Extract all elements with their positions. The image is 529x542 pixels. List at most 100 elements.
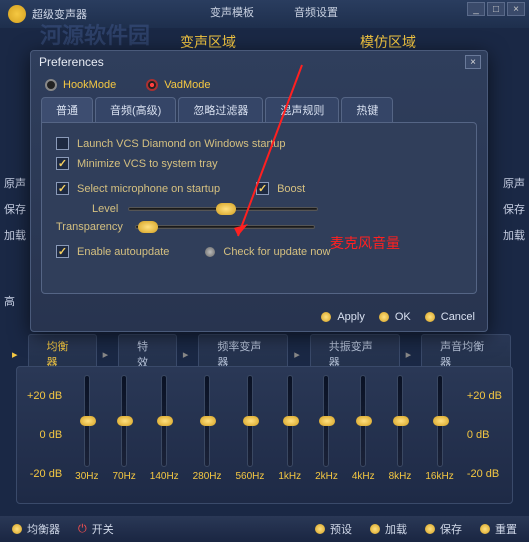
bottom-reset[interactable]: 重置 xyxy=(480,521,517,537)
tab-hotkey[interactable]: 热键 xyxy=(341,97,393,122)
transparency-label: Transparency xyxy=(56,221,123,233)
level-slider[interactable] xyxy=(128,203,318,215)
eq-band-8kHz: 8kHz xyxy=(389,375,412,482)
transparency-row: Transparency xyxy=(56,221,462,233)
bottom-equalizer[interactable]: 均衡器 xyxy=(12,521,60,537)
eq-band-30Hz: 30Hz xyxy=(75,375,98,482)
eq-thumb[interactable] xyxy=(157,416,173,426)
vadmode-radio[interactable]: VadMode xyxy=(146,79,210,91)
region-label-sim: 模仿区域 xyxy=(360,32,416,52)
side-orig[interactable]: 原声 xyxy=(4,175,26,191)
minimize-button[interactable]: _ xyxy=(467,2,485,16)
watermark-text: 河源软件园 xyxy=(40,18,150,50)
eq-thumb[interactable] xyxy=(319,416,335,426)
tab-general[interactable]: 普通 xyxy=(41,97,93,122)
bullet-icon xyxy=(12,524,22,534)
hookmode-label: HookMode xyxy=(63,79,116,91)
bottom-load[interactable]: 加载 xyxy=(370,521,407,537)
bullet-icon xyxy=(379,312,389,322)
tab-audio-advanced[interactable]: 音频(高级) xyxy=(95,97,176,122)
mode-radios: HookMode VadMode xyxy=(31,73,487,97)
bottom-save[interactable]: 保存 xyxy=(425,521,462,537)
eq-scale-mid: 0 dB xyxy=(27,429,62,441)
bottom-switch[interactable]: ⏻开关 xyxy=(78,521,114,537)
eq-band-16kHz: 16kHz xyxy=(425,375,453,482)
eq-band-560Hz: 560Hz xyxy=(235,375,264,482)
eq-slider-560Hz[interactable] xyxy=(247,375,253,467)
close-button[interactable]: × xyxy=(507,2,525,16)
eq-thumb[interactable] xyxy=(200,416,216,426)
ok-label: OK xyxy=(395,311,411,323)
eq-thumb[interactable] xyxy=(80,416,96,426)
eq-scale-right: +20 dB 0 dB -20 dB xyxy=(461,390,502,480)
eq-band-label: 4kHz xyxy=(352,471,375,482)
bottom-eq-label: 均衡器 xyxy=(27,521,60,537)
level-row: Level xyxy=(92,203,462,215)
eq-slider-4kHz[interactable] xyxy=(360,375,366,467)
eq-thumb[interactable] xyxy=(393,416,409,426)
ok-button[interactable]: OK xyxy=(379,311,411,323)
side-adv[interactable]: 高 xyxy=(4,293,26,309)
bottom-load-label: 加载 xyxy=(385,521,407,537)
cancel-button[interactable]: Cancel xyxy=(425,311,475,323)
menu-template[interactable]: 变声模板 xyxy=(210,4,254,20)
eq-thumb[interactable] xyxy=(243,416,259,426)
maximize-button[interactable]: □ xyxy=(487,2,505,16)
eq-slider-140Hz[interactable] xyxy=(161,375,167,467)
minimize-tray-checkbox[interactable] xyxy=(56,157,69,170)
eq-scale-mid-r: 0 dB xyxy=(467,429,502,441)
select-mic-checkbox[interactable] xyxy=(56,182,69,195)
eq-thumb[interactable] xyxy=(433,416,449,426)
bottom-preset-label: 预设 xyxy=(330,521,352,537)
cancel-label: Cancel xyxy=(441,311,475,323)
region-label-change: 变声区域 xyxy=(180,32,236,52)
transparency-slider[interactable] xyxy=(135,221,315,233)
dialog-buttons: Apply OK Cancel xyxy=(321,311,475,323)
eq-band-140Hz: 140Hz xyxy=(150,375,179,482)
eq-slider-280Hz[interactable] xyxy=(204,375,210,467)
power-icon: ⏻ xyxy=(78,523,87,536)
dialog-title: Preferences xyxy=(31,51,487,73)
launch-startup-row: Launch VCS Diamond on Windows startup xyxy=(56,137,462,150)
eq-band-4kHz: 4kHz xyxy=(352,375,375,482)
pref-tabs: 普通 音频(高级) 忽略过滤器 混声规则 热键 xyxy=(31,97,487,122)
eq-band-label: 2kHz xyxy=(315,471,338,482)
side-load[interactable]: 加载 xyxy=(4,227,26,243)
tab-body-general: Launch VCS Diamond on Windows startup Mi… xyxy=(41,122,477,294)
eq-slider-16kHz[interactable] xyxy=(437,375,443,467)
side-save[interactable]: 保存 xyxy=(4,201,26,217)
side-load-r[interactable]: 加载 xyxy=(503,227,525,243)
dialog-close-button[interactable]: × xyxy=(465,55,481,69)
level-slider-thumb[interactable] xyxy=(216,203,236,215)
equalizer-panel: +20 dB 0 dB -20 dB 30Hz70Hz140Hz280Hz560… xyxy=(16,366,513,504)
autoupdate-checkbox[interactable] xyxy=(56,245,69,258)
eq-thumb[interactable] xyxy=(356,416,372,426)
eq-slider-70Hz[interactable] xyxy=(121,375,127,467)
top-menu: 变声模板 音频设置 xyxy=(210,4,338,20)
eq-slider-2kHz[interactable] xyxy=(323,375,329,467)
apply-button[interactable]: Apply xyxy=(321,311,365,323)
eq-thumb[interactable] xyxy=(117,416,133,426)
tab-ignore-filter[interactable]: 忽略过滤器 xyxy=(178,97,263,122)
hookmode-radio[interactable]: HookMode xyxy=(45,79,116,91)
transparency-slider-thumb[interactable] xyxy=(138,221,158,233)
boost-checkbox[interactable] xyxy=(256,182,269,195)
eq-thumb[interactable] xyxy=(283,416,299,426)
eq-band-label: 280Hz xyxy=(193,471,222,482)
app-icon xyxy=(8,5,26,23)
side-orig-r[interactable]: 原声 xyxy=(503,175,525,191)
eq-slider-30Hz[interactable] xyxy=(84,375,90,467)
minimize-tray-row: Minimize VCS to system tray xyxy=(56,157,462,170)
eq-band-1kHz: 1kHz xyxy=(278,375,301,482)
window-buttons: _ □ × xyxy=(467,2,525,16)
eq-slider-1kHz[interactable] xyxy=(287,375,293,467)
bullet-icon xyxy=(425,312,435,322)
eq-slider-8kHz[interactable] xyxy=(397,375,403,467)
menu-audio-settings[interactable]: 音频设置 xyxy=(294,4,338,20)
launch-startup-checkbox[interactable] xyxy=(56,137,69,150)
bottom-preset[interactable]: 预设 xyxy=(315,521,352,537)
tab-mix-rules[interactable]: 混声规则 xyxy=(265,97,339,122)
eq-band-label: 140Hz xyxy=(150,471,179,482)
side-save-r[interactable]: 保存 xyxy=(503,201,525,217)
check-update-button[interactable]: Check for update now xyxy=(223,246,330,258)
